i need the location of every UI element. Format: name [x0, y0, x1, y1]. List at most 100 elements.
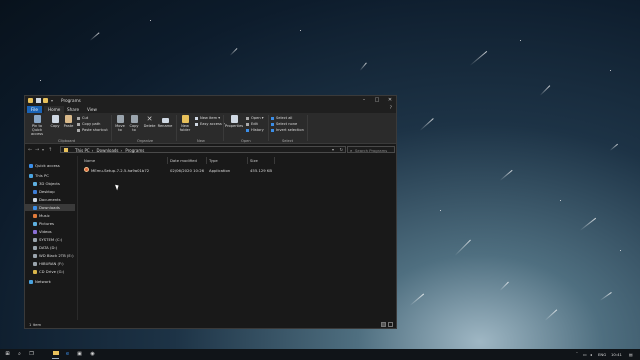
- title-bar[interactable]: ▾ Programs – □ ✕: [25, 96, 396, 105]
- sidebar-item-data-d[interactable]: DATA (D:): [25, 244, 75, 251]
- paste-shortcut-icon: [77, 128, 80, 132]
- cut-button[interactable]: Cut: [77, 116, 88, 120]
- large-icons-view-icon[interactable]: [388, 322, 393, 327]
- properties-button[interactable]: Properties: [225, 115, 243, 128]
- hidden-icons-chevron-icon[interactable]: ˄: [576, 351, 578, 356]
- sidebar-item-icon: [33, 270, 37, 274]
- copy-to-icon: [130, 115, 138, 123]
- back-button[interactable]: ←: [28, 147, 32, 153]
- pin-icon: [33, 115, 41, 123]
- sidebar-item-videos[interactable]: Videos: [25, 228, 75, 235]
- new-item-button[interactable]: New item ▾: [195, 116, 220, 120]
- address-dropdown-icon[interactable]: ▾: [332, 147, 334, 152]
- store-taskbar-icon[interactable]: ▣: [76, 351, 83, 358]
- invert-selection-button[interactable]: Invert selection: [271, 128, 304, 132]
- sidebar-item-network[interactable]: Network: [25, 278, 75, 285]
- window-title: Programs: [61, 98, 81, 103]
- app-taskbar-icon[interactable]: ◉: [89, 351, 96, 358]
- sidebar-item-icon: [33, 246, 37, 250]
- paste-button[interactable]: Paste: [62, 115, 75, 128]
- sidebar-item-label: Pictures: [39, 221, 55, 226]
- column-header-name[interactable]: Name: [84, 158, 95, 163]
- taskbar: ⊞ ⌕ ❐ e ▣ ◉ ˄ ▭ ◂ ENG 10:41 ▤: [0, 349, 640, 360]
- history-button[interactable]: History: [246, 128, 264, 132]
- ribbon-divider: [268, 115, 269, 141]
- notifications-icon[interactable]: ▤: [629, 352, 633, 357]
- column-header-date-modified[interactable]: Date modified: [170, 158, 197, 163]
- sidebar-item-label: This PC: [35, 173, 49, 178]
- pin-to-quick-access-button[interactable]: Pin to Quick access: [27, 115, 47, 136]
- breadcrumb-programs[interactable]: Programs: [125, 148, 144, 153]
- search-icon[interactable]: ⌕: [16, 351, 23, 358]
- explorer-folder-icon: [28, 98, 33, 103]
- language-indicator[interactable]: ENG: [598, 352, 606, 357]
- delete-icon: ✕: [146, 115, 153, 123]
- sidebar-item-label: Network: [35, 279, 51, 284]
- details-view-icon[interactable]: [381, 322, 386, 327]
- recent-locations-button[interactable]: ▾: [42, 147, 44, 152]
- search-box[interactable]: ⌕ Search Programs: [347, 146, 395, 153]
- new-folder-button[interactable]: New folder: [178, 115, 192, 132]
- copy-to-button[interactable]: Copy to: [128, 115, 140, 132]
- sidebar-item-downloads[interactable]: Downloads: [25, 204, 75, 211]
- maximize-button[interactable]: □: [371, 97, 383, 104]
- clock[interactable]: 10:41: [611, 352, 622, 357]
- select-all-button[interactable]: Select all: [271, 116, 292, 120]
- copy-button[interactable]: Copy: [49, 115, 61, 128]
- sidebar-item-pictures[interactable]: Pictures: [25, 220, 75, 227]
- sidebar-item-cd-drive-g[interactable]: CD Drive (G:): [25, 268, 75, 275]
- tab-share[interactable]: Share: [63, 106, 83, 113]
- sidebar-item-icon: [33, 262, 37, 266]
- volume-icon[interactable]: ◂: [590, 352, 592, 357]
- network-icon[interactable]: ▭: [583, 352, 587, 357]
- sidebar-item-system-c[interactable]: SYSTEM (C:): [25, 236, 75, 243]
- breadcrumb-downloads[interactable]: Downloads: [97, 148, 119, 153]
- easy-access-button[interactable]: Easy access ▾: [195, 122, 225, 126]
- sidebar-item-icon: [33, 214, 37, 218]
- tab-view[interactable]: View: [83, 106, 101, 113]
- sidebar-item-hiburan-f[interactable]: HIBURAN (F:): [25, 260, 75, 267]
- start-button-windows-icon[interactable]: ⊞: [4, 351, 11, 358]
- sidebar-item-quick-access[interactable]: Quick access: [25, 162, 75, 169]
- delete-button[interactable]: ✕ Delete: [143, 115, 156, 128]
- help-icon[interactable]: ?: [390, 106, 392, 111]
- sidebar-item-label: Quick access: [35, 163, 60, 168]
- edge-taskbar-icon[interactable]: e: [64, 351, 71, 358]
- rename-button[interactable]: Rename: [157, 115, 173, 128]
- sidebar-item-music[interactable]: Music: [25, 212, 75, 219]
- minimize-button[interactable]: –: [358, 97, 370, 104]
- edit-button[interactable]: Edit: [246, 122, 258, 126]
- tab-file[interactable]: File: [27, 106, 43, 113]
- copy-path-button[interactable]: Copy path: [77, 122, 100, 126]
- paste-shortcut-button[interactable]: Paste shortcut: [77, 128, 108, 132]
- sidebar-item-this-pc[interactable]: This PC: [25, 172, 75, 179]
- task-view-icon[interactable]: ❐: [28, 351, 35, 358]
- sidebar-item-wd-black-2tb-e[interactable]: WD Black 2TB (E:): [25, 252, 75, 259]
- address-field[interactable]: This PC › Downloads › Programs ▾ ↻: [60, 146, 346, 153]
- ribbon-divider: [307, 115, 308, 141]
- breadcrumb-this-pc[interactable]: This PC: [75, 148, 90, 153]
- sidebar-item-documents[interactable]: Documents: [25, 196, 75, 203]
- new-item-icon: [195, 116, 198, 120]
- column-header-type[interactable]: Type: [209, 158, 218, 163]
- column-header-size[interactable]: Size: [250, 158, 258, 163]
- customize-quick-access-icon[interactable]: ▾: [51, 98, 56, 103]
- sidebar-item-label: 3D Objects: [39, 181, 60, 186]
- new-folder-quick-icon[interactable]: [43, 98, 48, 103]
- forward-button[interactable]: →: [35, 147, 39, 153]
- sidebar-item-desktop[interactable]: Desktop: [25, 188, 75, 195]
- breadcrumb-chevron-icon: ›: [120, 148, 123, 153]
- open-button[interactable]: Open ▾: [246, 116, 264, 120]
- close-button[interactable]: ✕: [384, 97, 396, 104]
- column-divider: [167, 157, 168, 164]
- sidebar-item-3d-objects[interactable]: 3D Objects: [25, 180, 75, 187]
- properties-quick-icon[interactable]: [36, 98, 41, 103]
- refresh-icon[interactable]: ↻: [340, 147, 343, 152]
- up-button[interactable]: ↑: [48, 147, 52, 153]
- tab-home[interactable]: Home: [44, 106, 65, 113]
- sidebar-item-icon: [33, 238, 37, 242]
- select-none-button[interactable]: Select none: [271, 122, 297, 126]
- file-name[interactable]: MEmu-Setup-7.2.5-ha9a01b72: [91, 168, 149, 173]
- file-explorer-taskbar-icon[interactable]: [52, 351, 59, 359]
- move-to-button[interactable]: Move to: [114, 115, 126, 132]
